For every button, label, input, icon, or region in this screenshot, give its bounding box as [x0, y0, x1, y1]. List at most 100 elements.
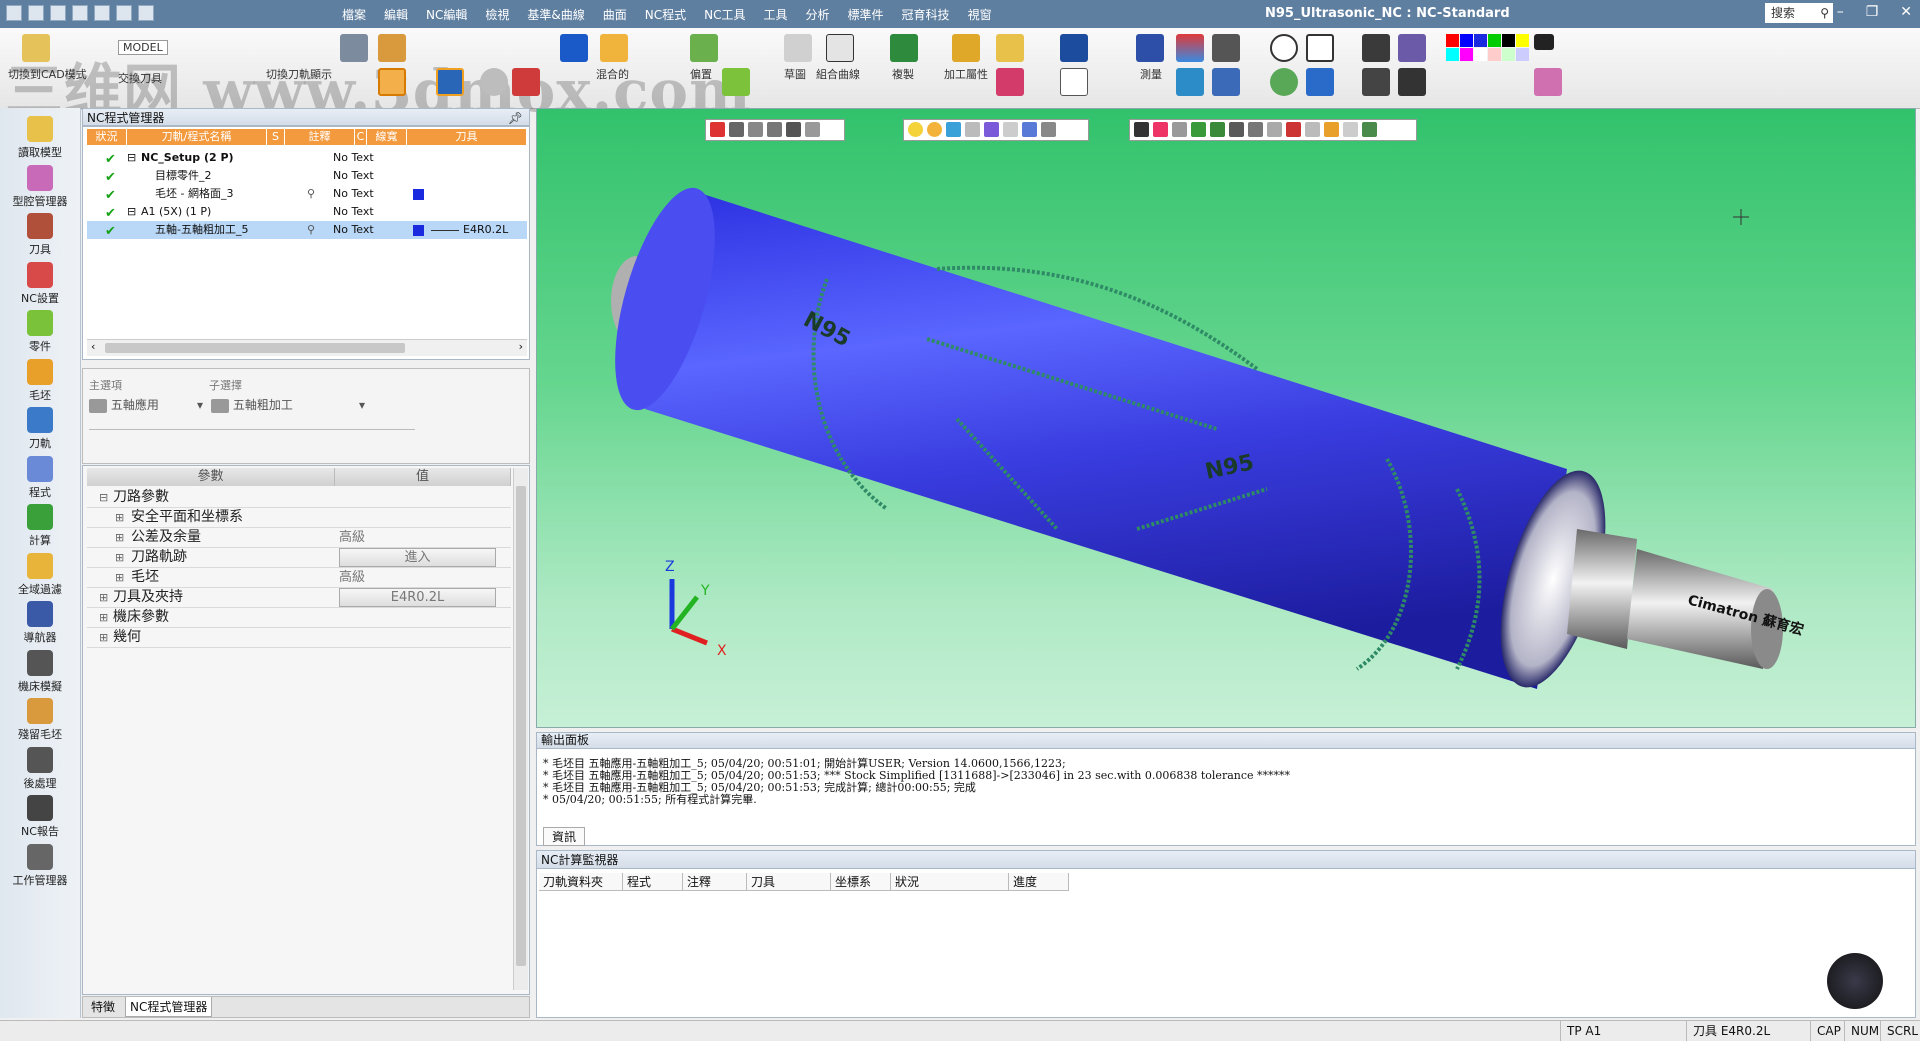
plane-icon[interactable] [1212, 68, 1240, 96]
copy-label[interactable]: 複製 [892, 66, 914, 82]
menu-item[interactable]: 冠育科技 [900, 6, 952, 23]
search-icon[interactable]: ⚲ [1820, 3, 1829, 23]
param-row[interactable]: ⊞ 毛坯 高級 [87, 568, 511, 588]
swap-tool-label[interactable]: 交換刀具 [118, 70, 162, 86]
expand-icon[interactable]: ⊟ [99, 488, 108, 507]
expand-icon[interactable]: ⊞ [115, 548, 124, 567]
measure-label[interactable]: 測量 [1140, 66, 1162, 82]
sub-option-dropdown[interactable]: 五軸粗加工 ▾ [211, 395, 367, 415]
scroll-right-icon[interactable]: › [519, 340, 523, 353]
left-tool-button[interactable]: 殘留毛坯 [4, 698, 76, 742]
tree-column-header[interactable]: 狀況 [87, 129, 127, 145]
color-swatch[interactable] [1516, 48, 1529, 61]
menu-item[interactable]: NC編輯 [424, 6, 469, 23]
dimension-icon[interactable] [1060, 34, 1088, 62]
left-tool-button[interactable]: 程式 [4, 455, 76, 500]
redo-icon[interactable] [116, 5, 132, 21]
left-tool-button[interactable]: 讀取模型 [4, 116, 76, 160]
offset-icon[interactable] [690, 34, 718, 62]
copy-icon[interactable] [890, 34, 918, 62]
tree-column-header[interactable]: S [267, 129, 285, 145]
line-weight-icon[interactable] [1534, 34, 1554, 50]
color-swatch[interactable] [1446, 48, 1459, 61]
main-option-dropdown[interactable]: 五軸應用 ▾ [89, 395, 205, 415]
expand-icon[interactable]: ⊞ [115, 568, 124, 587]
color-palette[interactable] [1446, 34, 1529, 98]
expand-icon[interactable]: ⊟ [127, 149, 136, 167]
menu-item[interactable]: 分析 [804, 6, 832, 23]
menu-item[interactable]: 檢視 [483, 6, 511, 23]
view-front-icon[interactable] [1362, 68, 1390, 96]
toolpath-display-icon[interactable] [340, 34, 368, 62]
monitor-column-header[interactable]: 坐標系 [831, 873, 891, 891]
roller-model[interactable]: N95 N95 Cimatron 蘇育宏 Z Y X [537, 109, 1916, 728]
color-swatch[interactable] [1488, 34, 1501, 47]
layers-icon[interactable] [1176, 34, 1204, 62]
composite-curve-label[interactable]: 組合曲線 [816, 66, 860, 82]
mixed-icon[interactable] [600, 34, 628, 62]
tree-row[interactable]: ✔ 五軸-五軸粗加工_5 ⚲ No Text E4R0.2L [87, 221, 527, 239]
sketch-label[interactable]: 草圖 [784, 66, 806, 82]
left-tool-button[interactable]: 後處理 [4, 746, 76, 791]
param-value[interactable]: E4R0.2L [339, 588, 496, 607]
expand-icon[interactable]: ⊞ [99, 608, 108, 627]
offset-label[interactable]: 偏置 [690, 66, 712, 82]
info-tab[interactable]: 資訊 [543, 827, 586, 846]
expand-icon[interactable]: ⊟ [127, 203, 136, 221]
surface-icon[interactable] [722, 68, 750, 96]
left-tool-button[interactable]: 刀軌 [4, 407, 76, 451]
color-swatch[interactable] [1502, 34, 1515, 47]
param-row[interactable]: ⊞ 幾何 [87, 628, 511, 648]
mixed-label[interactable]: 混合的 [596, 66, 629, 82]
bottom-tab[interactable]: 特徵 [87, 997, 119, 1017]
monitor-column-header[interactable]: 刀軌資料夾 [539, 873, 623, 891]
attribute-icon[interactable] [996, 34, 1024, 62]
menu-item[interactable]: NC程式 [643, 6, 688, 23]
left-tool-button[interactable]: 導航器 [4, 601, 76, 645]
left-tool-button[interactable]: 型腔管理器 [4, 164, 76, 209]
chevron-down-icon[interactable]: ▾ [359, 395, 365, 415]
param-row[interactable]: ⊞ 機床參數 [87, 608, 511, 628]
tree-icon[interactable] [560, 34, 588, 62]
expand-icon[interactable]: ⊞ [115, 528, 124, 547]
info-icon[interactable] [480, 68, 508, 96]
left-tool-button[interactable]: NC報告 [4, 795, 76, 839]
color-swatch[interactable] [1446, 34, 1459, 47]
color-swatch[interactable] [1460, 34, 1473, 47]
machining-attr-label[interactable]: 加工屬性 [944, 66, 988, 82]
magnet-icon[interactable] [996, 68, 1024, 96]
color-swatch[interactable] [1460, 48, 1473, 61]
view-iso-icon[interactable] [1398, 68, 1426, 96]
monitor-column-header[interactable]: 程式 [623, 873, 683, 891]
param-value[interactable]: 進入 [339, 548, 496, 567]
monitor-column-header[interactable]: 進度 [1009, 873, 1069, 891]
tree-column-header[interactable]: 註釋 [285, 129, 355, 145]
3d-viewport[interactable]: N95 N95 Cimatron 蘇育宏 Z Y X [536, 108, 1916, 728]
left-tool-button[interactable]: 全域過濾 [4, 552, 76, 597]
pan-icon[interactable] [1306, 68, 1334, 96]
param-row[interactable]: ⊞ 公差及余量 高級 [87, 528, 511, 548]
minimize-icon[interactable]: – [1837, 4, 1844, 20]
left-tool-button[interactable]: 毛坯 [4, 358, 76, 403]
progress-orb-icon[interactable] [1827, 953, 1883, 1009]
left-tool-button[interactable]: 機床模擬 [4, 649, 76, 694]
model-dropdown[interactable]: MODEL [118, 40, 168, 55]
tree-column-header[interactable]: 刀具 [407, 129, 527, 145]
left-tool-button[interactable]: 工作管理器 [4, 843, 76, 888]
tree-row[interactable]: ✔ 目標零件_2 No Text [87, 167, 527, 185]
view-cube-icon[interactable] [1362, 34, 1390, 62]
menu-item[interactable]: 視窗 [966, 6, 994, 23]
search-box[interactable]: 搜索 ⚲ [1765, 3, 1833, 23]
undo-icon[interactable] [94, 5, 110, 21]
composite-curve-icon[interactable] [826, 34, 854, 62]
param-row[interactable]: ⊞ 刀具及夾持 E4R0.2L [87, 588, 511, 608]
menu-item[interactable]: 曲面 [601, 6, 629, 23]
horizontal-scrollbar[interactable]: ‹ › [87, 339, 527, 356]
monitor-column-header[interactable]: 狀況 [891, 873, 1009, 891]
menu-item[interactable]: 編輯 [382, 6, 410, 23]
left-tool-button[interactable]: 零件 [4, 310, 76, 354]
left-tool-button[interactable]: 刀具 [4, 213, 76, 257]
restore-icon[interactable]: ❐ [1866, 4, 1879, 20]
left-tool-button[interactable]: NC設置 [4, 261, 76, 306]
tree-column-header[interactable]: 線寬 [367, 129, 407, 145]
